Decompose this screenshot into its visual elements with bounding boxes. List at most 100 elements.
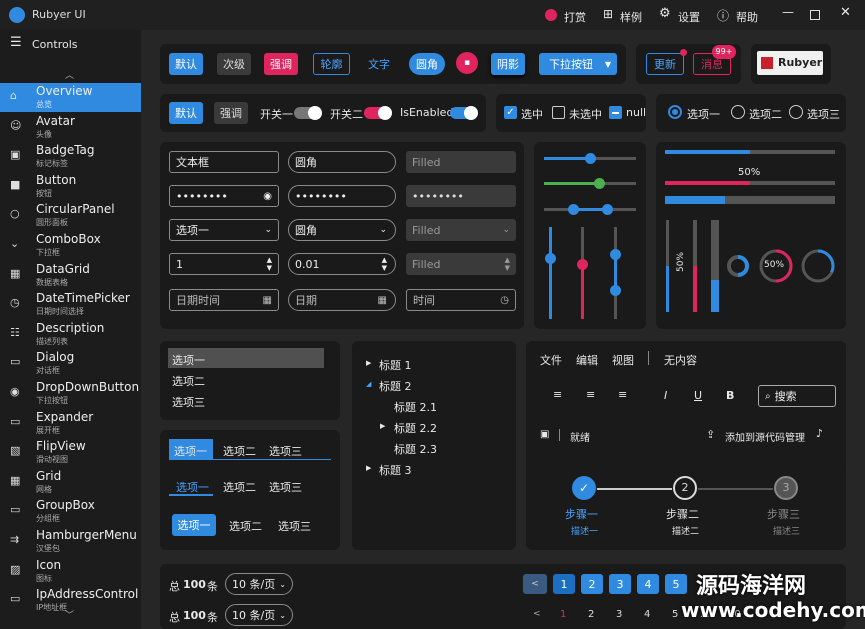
- step-1-circle[interactable]: ✓: [572, 476, 596, 500]
- slider-green[interactable]: [544, 178, 636, 189]
- tab-1-1[interactable]: 选项一: [174, 443, 207, 459]
- tab-1-2[interactable]: 选项二: [223, 443, 256, 459]
- sidebar-item-grid[interactable]: ▦ Grid 网格: [0, 468, 141, 497]
- sidebar-item-datetimepicker[interactable]: ◷ DateTimePicker 日期时间选择: [0, 290, 141, 319]
- round-numeric-input[interactable]: 0.01 ▲ ▼: [288, 253, 396, 275]
- stepper-icon[interactable]: ▲ ▼: [267, 256, 272, 272]
- calendar-icon[interactable]: ▦: [263, 295, 272, 306]
- sidebar-item-flipview[interactable]: ▧ FlipView 滑动视图: [0, 438, 141, 467]
- page-size-select-2[interactable]: 10 条/页 ⌄: [225, 604, 293, 626]
- menu-reward[interactable]: 打赏: [564, 9, 586, 25]
- null-checkbox[interactable]: [609, 106, 622, 119]
- stepper-icon[interactable]: ▲ ▼: [382, 256, 387, 272]
- reward-icon[interactable]: [545, 9, 557, 21]
- sidebar-item-datagrid[interactable]: ▦ DataGrid 数据表格: [0, 261, 141, 290]
- text-input[interactable]: 文本框: [169, 151, 279, 173]
- shadow-button[interactable]: 阴影: [491, 53, 525, 75]
- tree-item[interactable]: 标题 2.1: [394, 399, 437, 415]
- menu-help[interactable]: 帮助: [736, 9, 758, 25]
- stepper-icon[interactable]: ▲ ▼: [505, 256, 510, 272]
- radio3[interactable]: [789, 105, 803, 119]
- unchecked-checkbox[interactable]: [552, 106, 565, 119]
- filled-numeric-input[interactable]: Filled ▲ ▼: [406, 253, 516, 275]
- grid-icon[interactable]: ⊞: [603, 7, 613, 21]
- bell-icon[interactable]: ♪: [816, 427, 823, 440]
- eye-icon[interactable]: ◉: [263, 191, 272, 202]
- vslider-red[interactable]: [577, 227, 588, 319]
- minimize-icon[interactable]: —: [782, 5, 794, 19]
- slider-blue[interactable]: [544, 153, 636, 164]
- bold-icon[interactable]: B: [726, 389, 734, 402]
- tab-3-3[interactable]: 选项三: [278, 518, 311, 534]
- sidebar-item-combobox[interactable]: ⌄ ComboBox 下拉框: [0, 231, 141, 260]
- underline-icon[interactable]: U: [694, 389, 702, 402]
- default-button[interactable]: 默认: [169, 53, 203, 75]
- expand-icon[interactable]: ▶: [380, 422, 385, 430]
- date-input[interactable]: 日期 ▦: [288, 289, 396, 311]
- isenabled-toggle[interactable]: [450, 106, 478, 120]
- tab-2-2[interactable]: 选项二: [223, 479, 256, 495]
- page-button[interactable]: 1: [553, 574, 575, 594]
- radio2[interactable]: [731, 105, 745, 119]
- round-password-input[interactable]: ••••••••: [288, 185, 396, 207]
- sidebar-item-hamburgermenu[interactable]: ⇉ HamburgerMenu 汉堡包: [0, 527, 141, 556]
- checked-checkbox[interactable]: ✓: [504, 106, 517, 119]
- emphasis-button[interactable]: 强调: [264, 53, 298, 75]
- prev-page-text-button[interactable]: <: [533, 609, 541, 619]
- numeric-input[interactable]: 1 ▲ ▼: [169, 253, 279, 275]
- sidebar-item-button[interactable]: ■ Button 按钮: [0, 172, 141, 201]
- filled-combo-input[interactable]: Filled ⌄: [406, 219, 516, 241]
- page-link[interactable]: 3: [616, 609, 622, 620]
- vslider-blue[interactable]: [545, 227, 556, 319]
- align-right-icon[interactable]: ≡: [618, 388, 627, 401]
- list-item[interactable]: 选项一: [172, 352, 205, 368]
- chevron-down-icon[interactable]: ﹀: [65, 608, 74, 621]
- collapse-icon[interactable]: ◢: [366, 380, 371, 388]
- tab-2-3[interactable]: 选项三: [269, 479, 302, 495]
- toggle-default-button[interactable]: 默认: [169, 102, 203, 124]
- upload-icon[interactable]: ⇪: [706, 428, 715, 441]
- tree-item[interactable]: 标题 1: [379, 357, 412, 373]
- chevron-up-icon[interactable]: ︿: [65, 68, 74, 81]
- tab-3-2[interactable]: 选项二: [229, 518, 262, 534]
- toggle-emphasis-button[interactable]: 强调: [214, 102, 248, 124]
- expand-icon[interactable]: ▶: [366, 359, 371, 367]
- page-button[interactable]: 3: [609, 574, 631, 594]
- prev-page-button[interactable]: <: [523, 574, 547, 594]
- search-input[interactable]: ⌕ 搜索: [758, 385, 836, 407]
- round-button[interactable]: 圆角: [409, 53, 445, 75]
- sidebar-item-dialog[interactable]: ▭ Dialog 对话框: [0, 349, 141, 378]
- page-link[interactable]: 1: [560, 609, 566, 620]
- tree-item[interactable]: 标题 2.3: [394, 441, 437, 457]
- page-link[interactable]: 5: [672, 609, 678, 620]
- tree-item[interactable]: 标题 2.2: [394, 420, 437, 436]
- hamburger-icon[interactable]: ☰: [10, 35, 22, 50]
- maximize-icon[interactable]: [810, 10, 820, 20]
- gear-icon[interactable]: ⚙: [659, 6, 671, 21]
- switch2-toggle[interactable]: [364, 106, 392, 120]
- sidebar-item-overview[interactable]: ⌂ Overview 总览: [0, 83, 141, 112]
- page-button[interactable]: 5: [665, 574, 687, 594]
- italic-icon[interactable]: I: [664, 389, 667, 402]
- menu-view[interactable]: 视图: [612, 352, 634, 368]
- switch1-toggle[interactable]: [294, 106, 322, 120]
- radio1[interactable]: [668, 105, 682, 119]
- combo-input[interactable]: 选项一 ⌄: [169, 219, 279, 241]
- sidebar-item-icon[interactable]: ▨ Icon 图标: [0, 557, 141, 586]
- source-control-text[interactable]: 添加到源代码管理: [725, 429, 805, 444]
- sidebar-item-badgetag[interactable]: ▣ BadgeTag 标记标签: [0, 142, 141, 171]
- update-button[interactable]: 更新: [646, 53, 684, 75]
- sidebar-item-dropdownbutton[interactable]: ◉ DropDownButton 下拉按钮: [0, 379, 141, 408]
- help-icon[interactable]: ⓘ: [717, 7, 729, 24]
- round-combo-input[interactable]: 圆角 ⌄: [288, 219, 396, 241]
- list-item[interactable]: 选项三: [172, 394, 205, 410]
- tab-3-1[interactable]: 选项一: [172, 514, 216, 536]
- page-link[interactable]: 2: [588, 609, 594, 620]
- align-center-icon[interactable]: ≡: [586, 388, 595, 401]
- step-2-circle[interactable]: 2: [673, 476, 697, 500]
- step-3-circle[interactable]: 3: [774, 476, 798, 500]
- filled-password-input[interactable]: ••••••••: [406, 185, 516, 207]
- vslider-range[interactable]: [610, 227, 621, 319]
- align-left-icon[interactable]: ≡: [553, 388, 562, 401]
- menu-file[interactable]: 文件: [540, 352, 562, 368]
